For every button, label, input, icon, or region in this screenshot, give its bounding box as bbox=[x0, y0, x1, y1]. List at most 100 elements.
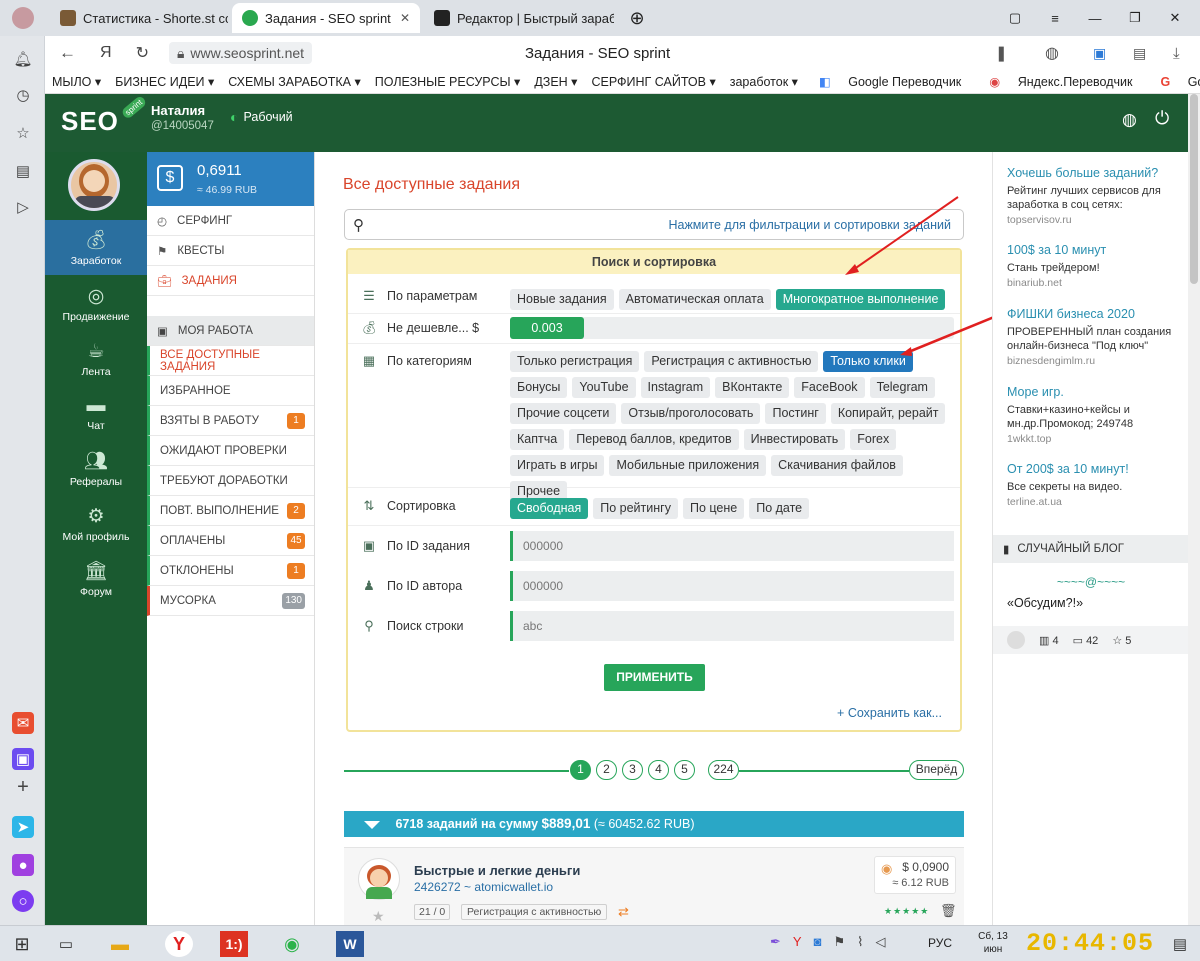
app-icon[interactable]: 1:) bbox=[220, 931, 248, 957]
category-chip[interactable]: Постинг bbox=[765, 403, 826, 424]
word-icon[interactable]: W bbox=[336, 931, 364, 957]
apply-button[interactable]: ПРИМЕНИТЬ bbox=[604, 664, 705, 691]
menu-item-rejected[interactable]: ОТКЛОНЕНЫ 1 bbox=[147, 556, 314, 586]
ad-block[interactable]: ФИШКИ бизнеса 2020 ПРОВЕРЕННЫЙ план созд… bbox=[1007, 307, 1177, 367]
avatar[interactable] bbox=[68, 159, 120, 211]
translate-icon[interactable]: ◍ bbox=[1045, 43, 1059, 63]
bookmark-item[interactable]: СЕРФИНГ САЙТОВ ▾ bbox=[591, 74, 715, 89]
status-badge[interactable]: ◐ Рабочий bbox=[230, 109, 293, 125]
collections-icon[interactable]: ▤ bbox=[12, 160, 34, 182]
nav-chat[interactable]: ▬ Чат bbox=[45, 386, 147, 441]
category-chip[interactable]: Перевод баллов, кредитов bbox=[569, 429, 739, 450]
menu-item-all[interactable]: ВСЕ ДОСТУПНЫЕ ЗАДАНИЯ bbox=[147, 346, 314, 376]
menu-item-favorites[interactable]: ИЗБРАННОЕ bbox=[147, 376, 314, 406]
menu-tasks[interactable]: 💼︎ ЗАДАНИЯ bbox=[147, 266, 314, 296]
page-5[interactable]: 5 bbox=[674, 760, 695, 780]
task-id-input[interactable]: 000000 bbox=[510, 531, 954, 561]
date-display[interactable]: Сб, 13 июн bbox=[968, 930, 1018, 956]
power-icon[interactable]: ⏻ bbox=[1155, 108, 1169, 129]
bookmark-item[interactable]: СХЕМЫ ЗАРАБОТКА ▾ bbox=[228, 74, 360, 89]
category-chip[interactable]: Скачивания файлов bbox=[771, 455, 903, 476]
yandex-icon[interactable]: Я bbox=[100, 44, 112, 62]
send-icon[interactable]: ➤ bbox=[12, 816, 34, 838]
page-scrollbar[interactable] bbox=[1188, 94, 1200, 925]
play-icon[interactable]: ▷ bbox=[12, 196, 34, 218]
page-last[interactable]: 224 bbox=[708, 760, 739, 780]
tab-editor[interactable]: Редактор | Быстрый заработ bbox=[424, 3, 614, 33]
tab-seosprint[interactable]: Задания - SEO sprint ✕ bbox=[232, 3, 420, 33]
sort-rating[interactable]: По рейтингу bbox=[593, 498, 678, 519]
category-chip[interactable]: Играть в игры bbox=[510, 455, 605, 476]
wifi-icon[interactable]: ⌇ bbox=[857, 934, 863, 950]
notes-icon[interactable]: ▤ bbox=[1133, 45, 1146, 62]
back-icon[interactable]: ← bbox=[59, 43, 76, 63]
restore-icon[interactable]: ❐ bbox=[1120, 3, 1150, 33]
task-view-icon[interactable]: ▭ bbox=[52, 931, 80, 957]
bookmark-item[interactable]: ПОЛЕЗНЫЕ РЕСУРСЫ ▾ bbox=[375, 74, 521, 89]
category-chip[interactable]: Копирайт, рерайт bbox=[830, 403, 946, 424]
whatsapp-icon[interactable]: ◉ bbox=[278, 931, 306, 957]
task-card[interactable]: ★ Быстрые и легкие деньги 2426272 ~ atom… bbox=[344, 847, 964, 925]
category-chip[interactable]: Мобильные приложения bbox=[609, 455, 767, 476]
page-1[interactable]: 1 bbox=[570, 760, 591, 780]
author-id-input[interactable]: 000000 bbox=[510, 571, 954, 601]
language-indicator[interactable]: РУС bbox=[928, 936, 952, 950]
favorite-star-icon[interactable]: ★ bbox=[372, 908, 385, 925]
profile-avatar[interactable] bbox=[0, 0, 45, 36]
category-chip[interactable]: Forex bbox=[850, 429, 897, 450]
minimize-icon[interactable]: — bbox=[1080, 3, 1110, 33]
notifications-icon[interactable]: ▤ bbox=[1166, 931, 1194, 957]
next-page-button[interactable]: Вперёд bbox=[909, 760, 964, 780]
menu-item-taken[interactable]: ВЗЯТЫ В РАБОТУ 1 bbox=[147, 406, 314, 436]
yandex-tray-icon[interactable]: Y bbox=[793, 934, 802, 950]
volume-icon[interactable]: ◁ bbox=[875, 934, 885, 950]
add-icon[interactable]: + bbox=[12, 776, 34, 798]
bookmark-item[interactable]: БИЗНЕС ИДЕИ ▾ bbox=[115, 74, 214, 89]
bell-icon[interactable]: 🔔︎ bbox=[12, 48, 34, 70]
flag-icon[interactable]: ⚑ bbox=[833, 934, 845, 950]
bookmark-item[interactable]: ◧ Google Переводчик bbox=[812, 74, 968, 89]
refresh-icon[interactable]: ↻ bbox=[136, 43, 149, 63]
balance-box[interactable]: $ 0,6911 ≈ 46.99 RUB bbox=[147, 152, 314, 206]
ad-block[interactable]: 100$ за 10 минут Стань трейдером! binari… bbox=[1007, 243, 1177, 289]
camera-icon[interactable]: ◙ bbox=[814, 934, 822, 950]
assistant-icon[interactable]: ○ bbox=[12, 890, 34, 912]
nav-forum[interactable]: 🏛︎ Форум bbox=[45, 551, 147, 606]
nav-earnings[interactable]: 💰︎ Заработок bbox=[45, 220, 147, 275]
globe-icon[interactable]: ◍ bbox=[1122, 110, 1137, 130]
download-icon[interactable]: ⤓ bbox=[1173, 45, 1180, 62]
seosprint-logo[interactable]: SEO bbox=[61, 106, 119, 137]
user-name[interactable]: Наталия bbox=[151, 103, 205, 118]
page-3[interactable]: 3 bbox=[622, 760, 643, 780]
extension-icon[interactable]: ▣ bbox=[1093, 45, 1106, 62]
menu-item-pending[interactable]: ОЖИДАЮТ ПРОВЕРКИ bbox=[147, 436, 314, 466]
ad-block[interactable]: Море игр. Ставки+казино+кейсы и мн.др.Пр… bbox=[1007, 385, 1177, 445]
menu-icon[interactable]: ≡ bbox=[1040, 3, 1070, 33]
category-chip[interactable]: Прочие соцсети bbox=[510, 403, 617, 424]
menu-surfing[interactable]: ◴ СЕРФИНГ bbox=[147, 206, 314, 236]
bookmark-item[interactable]: ДЗЕН ▾ bbox=[534, 74, 577, 89]
blog-author-avatar[interactable] bbox=[1007, 631, 1025, 649]
sort-date[interactable]: По дате bbox=[749, 498, 810, 519]
windows-start-icon[interactable]: ⊞ bbox=[8, 931, 36, 957]
nav-promotion[interactable]: ◎ Продвижение bbox=[45, 276, 147, 331]
trash-icon[interactable]: 🗑︎ bbox=[940, 903, 957, 919]
messenger-icon[interactable]: ▣ bbox=[12, 748, 34, 770]
nav-referrals[interactable]: 👥︎ Рефералы bbox=[45, 441, 147, 496]
scrollbar-thumb[interactable] bbox=[1190, 94, 1198, 284]
bookmark-icon[interactable]: ❚ bbox=[995, 44, 1008, 62]
bookmark-item[interactable]: ◉ Яндекс.Переводчик bbox=[982, 74, 1139, 89]
star-icon[interactable]: ☆ bbox=[12, 122, 34, 144]
ad-block[interactable]: Хочешь больше заданий? Рейтинг лучших се… bbox=[1007, 166, 1177, 226]
yandex-browser-icon[interactable]: Y bbox=[165, 931, 193, 957]
save-as-link[interactable]: + Сохранить как... bbox=[837, 706, 942, 720]
task-title[interactable]: Быстрые и легкие деньги bbox=[414, 863, 580, 878]
category-chip[interactable]: Каптча bbox=[510, 429, 565, 450]
menu-item-rework[interactable]: ТРЕБУЮТ ДОРАБОТКИ bbox=[147, 466, 314, 496]
close-window-icon[interactable]: ✕ bbox=[1160, 3, 1190, 33]
close-tab-icon[interactable]: ✕ bbox=[400, 11, 410, 25]
menu-item-trash[interactable]: МУСОРКА 130 bbox=[147, 586, 314, 616]
feather-icon[interactable]: ✒ bbox=[770, 934, 781, 950]
menu-item-repeat[interactable]: ПОВТ. ВЫПОЛНЕНИЕ 2 bbox=[147, 496, 314, 526]
ad-block[interactable]: От 200$ за 10 минут! Все секреты на виде… bbox=[1007, 462, 1177, 508]
